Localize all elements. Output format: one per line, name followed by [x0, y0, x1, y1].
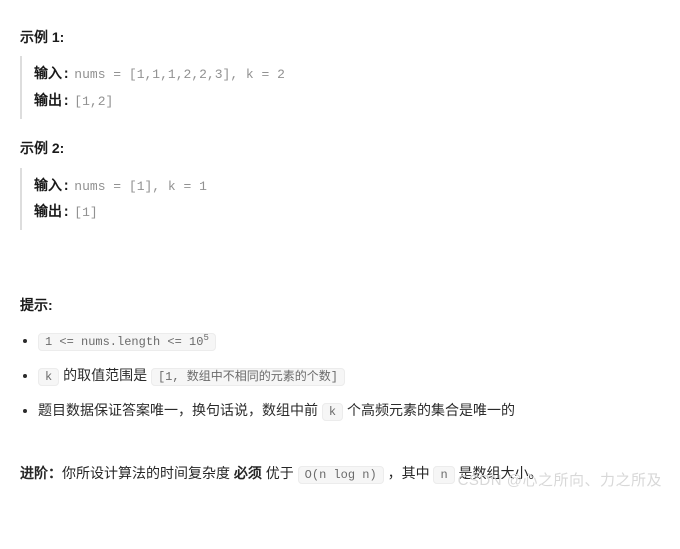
example-1-input-line: 输入: nums = [1,1,1,2,2,3], k = 2 — [34, 62, 660, 86]
hint-3-text-1: 题目数据保证答案唯一，换句话说，数组中前 — [38, 402, 322, 418]
advanced-code-2: n — [433, 466, 454, 484]
input-label: 输入: — [34, 67, 70, 83]
hint-1-code: 1 <= nums.length <= 105 — [38, 333, 216, 351]
output-value: [1,2] — [74, 94, 113, 109]
example-1-output-line: 输出: [1,2] — [34, 89, 660, 113]
example-2-block: 输入: nums = [1], k = 1 输出: [1] — [20, 168, 660, 231]
example-2-title: 示例 2: — [20, 137, 660, 159]
hint-3-code-k: k — [322, 403, 343, 421]
hints-title: 提示: — [20, 294, 660, 316]
hint-item-1: 1 <= nums.length <= 105 — [38, 329, 660, 352]
advanced-text-4: 是数组大小。 — [455, 465, 543, 481]
hints-list: 1 <= nums.length <= 105 k 的取值范围是 [1, 数组中… — [20, 329, 660, 423]
advanced-must: 必须 — [234, 465, 262, 481]
example-2-output-line: 输出: [1] — [34, 200, 660, 224]
hint-2-text: 的取值范围是 — [59, 367, 151, 383]
input-label: 输入: — [34, 179, 70, 195]
advanced-text-1: 你所设计算法的时间复杂度 — [62, 465, 234, 481]
output-label: 输出: — [34, 205, 70, 221]
hint-item-3: 题目数据保证答案唯一，换句话说，数组中前 k 个高频元素的集合是唯一的 — [38, 399, 660, 422]
hint-2-code-k: k — [38, 368, 59, 386]
output-label: 输出: — [34, 94, 70, 110]
input-value: nums = [1,1,1,2,2,3], k = 2 — [74, 67, 285, 82]
hint-2-code-range: [1, 数组中不相同的元素的个数] — [151, 368, 345, 386]
advanced-text-3: ，其中 — [384, 465, 434, 481]
hint-item-2: k 的取值范围是 [1, 数组中不相同的元素的个数] — [38, 364, 660, 387]
example-1-block: 输入: nums = [1,1,1,2,2,3], k = 2 输出: [1,2… — [20, 56, 660, 119]
output-value: [1] — [74, 205, 97, 220]
input-value: nums = [1], k = 1 — [74, 179, 207, 194]
example-2-input-line: 输入: nums = [1], k = 1 — [34, 174, 660, 198]
advanced-text-2: 优于 — [262, 465, 298, 481]
advanced-label: 进阶： — [20, 465, 62, 481]
advanced-line: 进阶：你所设计算法的时间复杂度 必须 优于 O(n log n) ，其中 n 是… — [20, 462, 660, 485]
example-1-title: 示例 1: — [20, 26, 660, 48]
hint-3-text-2: 个高频元素的集合是唯一的 — [343, 402, 515, 418]
advanced-code-1: O(n log n) — [298, 466, 384, 484]
